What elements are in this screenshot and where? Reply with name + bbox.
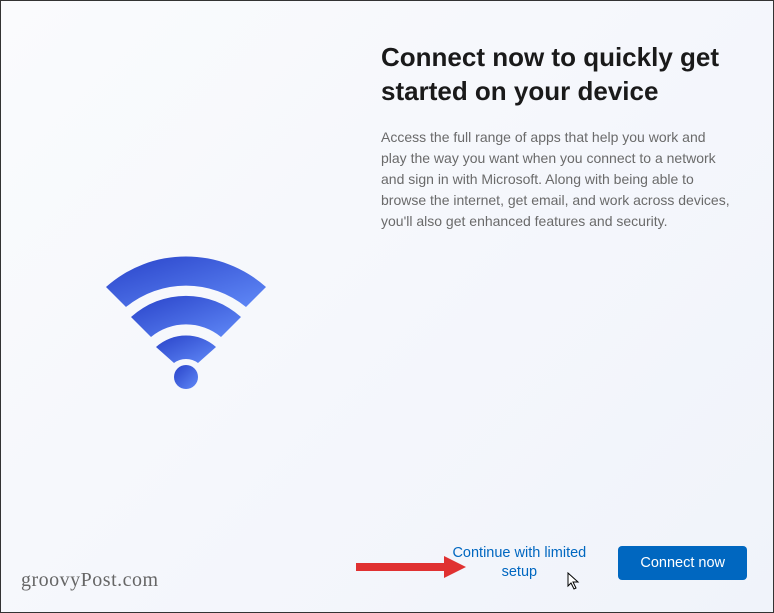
page-description: Access the full range of apps that help … (381, 127, 743, 232)
watermark-text: groovyPost.com (21, 569, 159, 592)
wifi-icon (96, 252, 276, 392)
arrow-annotation-icon (356, 554, 466, 580)
content-panel: Connect now to quickly get started on yo… (371, 1, 773, 612)
page-title: Connect now to quickly get started on yo… (381, 41, 743, 109)
illustration-panel (1, 1, 371, 612)
connect-now-button[interactable]: Connect now (618, 546, 747, 580)
cursor-icon (567, 572, 581, 590)
setup-screen: Connect now to quickly get started on yo… (1, 1, 773, 612)
action-bar: Continue with limited setup Connect now (444, 540, 747, 586)
